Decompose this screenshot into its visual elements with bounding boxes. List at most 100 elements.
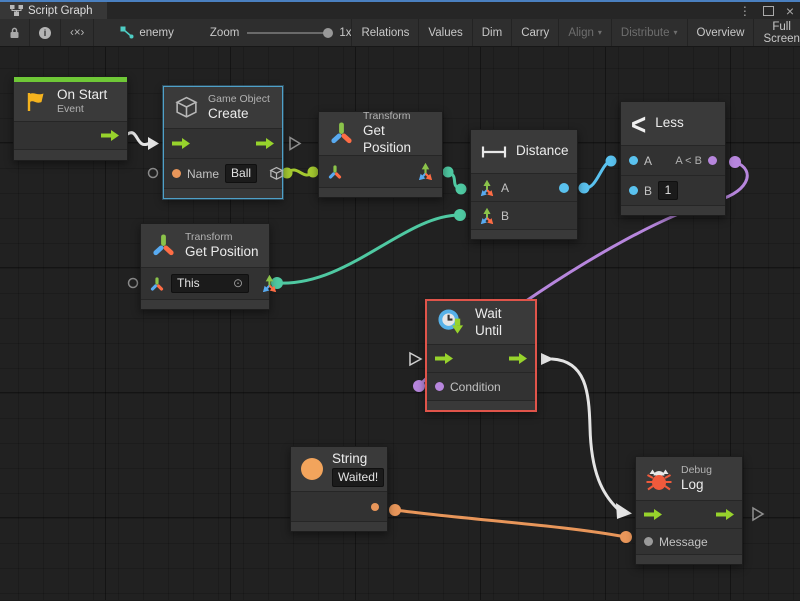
- string-icon: [301, 458, 323, 480]
- graph-hierarchy-icon: [10, 5, 23, 16]
- flow-in-port[interactable]: [172, 138, 190, 149]
- node-string[interactable]: String Waited!: [290, 446, 388, 532]
- port-label: Condition: [450, 380, 501, 394]
- vector-b-input-port[interactable]: [479, 208, 495, 224]
- distribute-button[interactable]: Distribute ▾: [612, 19, 688, 46]
- flow-in-port[interactable]: [644, 509, 662, 520]
- bug-icon: [646, 466, 672, 492]
- unconnected-value-port[interactable]: [129, 279, 138, 288]
- chevron-down-icon: ▾: [598, 28, 602, 37]
- full-screen-button[interactable]: Full Screen: [754, 19, 800, 46]
- a-input-port[interactable]: [629, 156, 638, 165]
- node-less[interactable]: < Less A A < B B 1: [620, 101, 726, 216]
- node-title: Get Position: [185, 244, 259, 261]
- graph-icon: [120, 26, 134, 39]
- unconnected-flow-port[interactable]: [410, 353, 421, 365]
- name-input-port[interactable]: [172, 169, 181, 178]
- node-title: Create: [208, 106, 270, 123]
- position-output-port[interactable]: [261, 275, 278, 292]
- flow-out-port[interactable]: [509, 353, 527, 364]
- wire-dot: [456, 184, 467, 195]
- window-menu-icon[interactable]: ⋮: [739, 5, 751, 17]
- unconnected-value-port[interactable]: [149, 169, 158, 178]
- node-footer: [427, 401, 535, 410]
- position-output-port[interactable]: [417, 163, 434, 180]
- distance-icon: [481, 144, 507, 160]
- flow-out-port[interactable]: [256, 138, 274, 149]
- wire-dot: [443, 167, 454, 178]
- close-icon[interactable]: ×: [786, 4, 794, 18]
- node-subtitle: Event: [57, 103, 107, 116]
- unconnected-flow-port[interactable]: [753, 508, 763, 520]
- flow-out-port[interactable]: [716, 509, 734, 520]
- graph-canvas[interactable]: On Start Event: [0, 47, 800, 600]
- tab-script-graph[interactable]: Script Graph: [0, 2, 107, 19]
- zoom-slider-handle[interactable]: [323, 28, 333, 38]
- info-button[interactable]: i: [30, 19, 61, 46]
- port-label: B: [644, 184, 652, 198]
- message-input-port[interactable]: [644, 537, 653, 546]
- node-category: Game Object: [208, 93, 270, 106]
- overview-button[interactable]: Overview: [688, 19, 755, 46]
- transform-icon: [151, 233, 176, 258]
- maximize-icon[interactable]: [763, 6, 774, 16]
- script-graph-window: Script Graph ⋮ × i ‹×› ene: [0, 0, 800, 600]
- node-footer: [164, 189, 282, 198]
- flow-out-port[interactable]: [101, 130, 119, 141]
- node-get-position-self[interactable]: Transform Get Position This ⊙: [140, 223, 270, 310]
- node-debug-log[interactable]: Debug Log Message: [635, 456, 743, 565]
- carry-button[interactable]: Carry: [512, 19, 559, 46]
- unconnected-flow-port[interactable]: [290, 138, 300, 150]
- connection-waituntil-debuglog[interactable]: [552, 359, 620, 511]
- connection-string-debuglog[interactable]: [395, 510, 626, 537]
- transform-input-port[interactable]: [149, 276, 165, 292]
- node-title: Get Position: [363, 123, 432, 157]
- wire-dot: [620, 531, 632, 543]
- result-label: A < B: [675, 155, 702, 167]
- wait-clock-icon: [437, 308, 466, 337]
- b-input-port[interactable]: [629, 186, 638, 195]
- flow-in-port[interactable]: [435, 353, 453, 364]
- wire-dot: [579, 183, 590, 194]
- port-label: Message: [659, 535, 708, 549]
- port-label: A: [501, 181, 509, 195]
- transform-icon: [329, 121, 354, 146]
- node-get-position-top[interactable]: Transform Get Position: [318, 111, 443, 198]
- condition-input-port[interactable]: [435, 382, 444, 391]
- align-button[interactable]: Align ▾: [559, 19, 612, 46]
- distance-output-port[interactable]: [559, 183, 569, 193]
- zoom-slider[interactable]: [247, 32, 331, 34]
- port-label: B: [501, 209, 509, 223]
- flow-arrowhead: [616, 503, 632, 519]
- relations-button[interactable]: Relations: [352, 19, 419, 46]
- connection-distance-less[interactable]: [584, 161, 611, 188]
- node-create[interactable]: Game Object Create Name Ball: [163, 86, 283, 199]
- connection-getposition-distance-b[interactable]: [277, 215, 460, 283]
- target-picker-icon[interactable]: ⊙: [233, 276, 243, 291]
- code-icon: ‹×›: [70, 27, 84, 39]
- node-title: Log: [681, 477, 712, 494]
- string-field[interactable]: Waited!: [332, 468, 384, 487]
- string-output-port[interactable]: [371, 503, 379, 511]
- wire-dot: [606, 156, 617, 167]
- lock-button[interactable]: [0, 19, 30, 46]
- connection-onstart-create[interactable]: [126, 133, 150, 145]
- node-footer: [141, 300, 269, 309]
- values-button[interactable]: Values: [419, 19, 472, 46]
- lock-icon: [9, 27, 20, 39]
- vector-a-input-port[interactable]: [479, 180, 495, 196]
- node-on-start[interactable]: On Start Event: [13, 76, 128, 161]
- graph-breadcrumb[interactable]: enemy: [120, 19, 174, 46]
- transform-input-port[interactable]: [327, 164, 343, 180]
- target-field[interactable]: This ⊙: [171, 274, 249, 293]
- b-field[interactable]: 1: [658, 181, 678, 200]
- name-field[interactable]: Ball: [225, 164, 257, 183]
- connection-values-button[interactable]: ‹×›: [61, 19, 94, 46]
- node-footer: [319, 188, 442, 197]
- gameobject-output-port[interactable]: [269, 166, 284, 181]
- result-output-port[interactable]: [708, 156, 717, 165]
- dim-button[interactable]: Dim: [473, 19, 512, 46]
- node-title: Wait Until: [475, 306, 525, 340]
- node-distance[interactable]: Distance A: [470, 129, 578, 240]
- node-wait-until[interactable]: Wait Until Condition: [425, 299, 537, 412]
